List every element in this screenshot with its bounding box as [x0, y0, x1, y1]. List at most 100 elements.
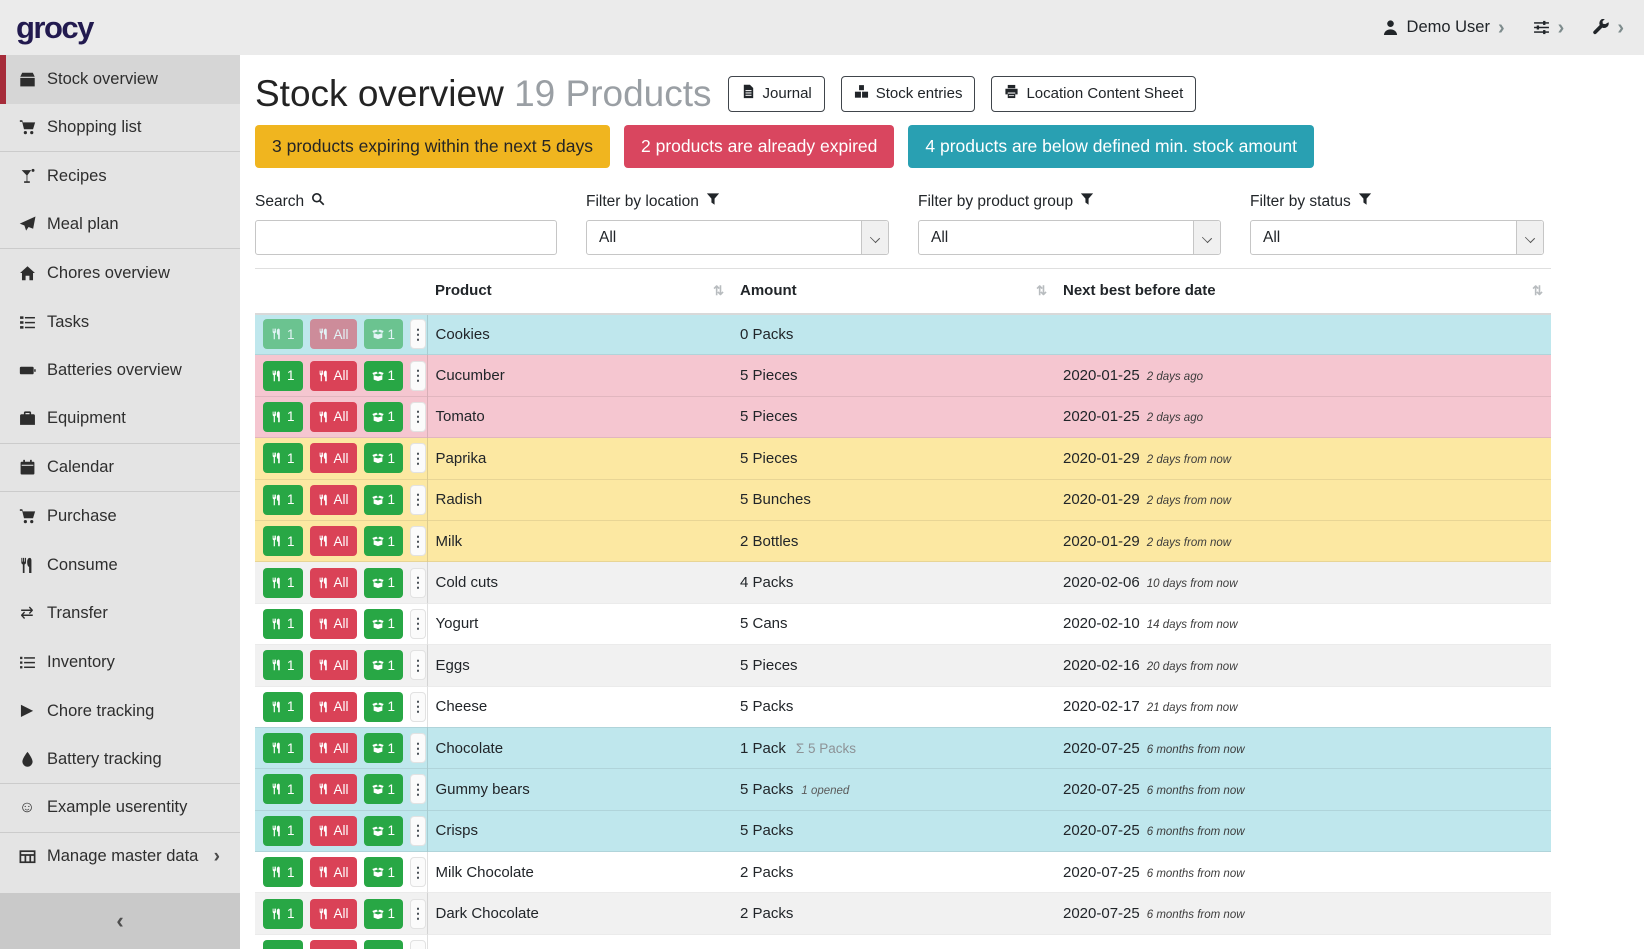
consume-one-button[interactable]: 1	[263, 402, 303, 432]
sidebar-item-shopping-list[interactable]: Shopping list	[0, 104, 240, 153]
consume-one-button[interactable]: 1	[263, 568, 303, 598]
next-best-before-date-column-header[interactable]: Next best before date ⇅	[1055, 269, 1551, 314]
journal-button[interactable]: Journal	[728, 76, 825, 112]
consume-one-button[interactable]: 1	[263, 816, 303, 846]
open-one-button[interactable]: 1	[364, 692, 404, 722]
open-one-button[interactable]: 1	[364, 526, 404, 556]
consume-all-button[interactable]: All	[310, 526, 357, 556]
open-one-button[interactable]: 1	[364, 940, 404, 949]
product-cell[interactable]: Tomato	[427, 396, 732, 437]
sort-icon[interactable]: ⇅	[1532, 283, 1543, 299]
consume-one-button[interactable]: 1	[263, 733, 303, 763]
consume-one-button[interactable]: 1	[263, 774, 303, 804]
consume-all-button[interactable]: All	[310, 650, 357, 680]
product-cell[interactable]: Eggs	[427, 645, 732, 686]
sidebar-item-equipment[interactable]: Equipment	[0, 395, 240, 444]
row-menu-button[interactable]: ⋮	[410, 443, 426, 473]
consume-all-button[interactable]: All	[310, 774, 357, 804]
product-cell[interactable]: Crisps	[427, 810, 732, 851]
sidebar-item-stock-overview[interactable]: Stock overview	[0, 55, 240, 104]
row-menu-button[interactable]: ⋮	[410, 940, 426, 949]
consume-one-button[interactable]: 1	[263, 361, 303, 391]
open-one-button[interactable]: 1	[364, 402, 404, 432]
open-one-button[interactable]: 1	[364, 361, 404, 391]
stock-entries-button[interactable]: Stock entries	[841, 76, 976, 112]
product-cell[interactable]	[427, 934, 732, 949]
product-cell[interactable]: Yogurt	[427, 603, 732, 644]
row-menu-button[interactable]: ⋮	[410, 402, 426, 432]
row-menu-button[interactable]: ⋮	[410, 899, 426, 929]
row-menu-button[interactable]: ⋮	[410, 568, 426, 598]
sidebar-item-consume[interactable]: Consume	[0, 541, 240, 590]
row-menu-button[interactable]: ⋮	[410, 485, 426, 515]
expired-banner[interactable]: 2 products are already expired	[624, 125, 894, 168]
consume-one-button[interactable]: 1	[263, 857, 303, 887]
app-logo[interactable]: grocy	[16, 10, 93, 46]
product-column-header[interactable]: Product ⇅	[427, 269, 732, 314]
product-group-filter-select[interactable]: All	[918, 220, 1221, 255]
row-menu-button[interactable]: ⋮	[410, 361, 426, 391]
user-menu[interactable]: Demo User ›	[1382, 18, 1505, 38]
sort-icon[interactable]: ⇅	[1036, 283, 1047, 299]
consume-all-button[interactable]: All	[310, 609, 357, 639]
sidebar-item-example-userentity[interactable]: ☺Example userentity	[0, 784, 240, 833]
consume-all-button[interactable]: All	[310, 485, 357, 515]
admin-menu[interactable]: ›	[1592, 18, 1624, 38]
row-menu-button[interactable]: ⋮	[410, 609, 426, 639]
consume-all-button[interactable]: All	[310, 692, 357, 722]
settings-menu[interactable]: ›	[1533, 18, 1565, 38]
sidebar-item-batteries-overview[interactable]: Batteries overview	[0, 347, 240, 396]
open-one-button[interactable]: 1	[364, 650, 404, 680]
row-menu-button[interactable]: ⋮	[410, 816, 426, 846]
consume-all-button[interactable]: All	[310, 857, 357, 887]
consume-all-button[interactable]: All	[310, 361, 357, 391]
consume-all-button[interactable]: All	[310, 899, 357, 929]
consume-all-button[interactable]: All	[310, 816, 357, 846]
consume-one-button[interactable]: 1	[263, 692, 303, 722]
location-content-sheet-button[interactable]: Location Content Sheet	[991, 76, 1196, 112]
consume-one-button[interactable]: 1	[263, 899, 303, 929]
consume-one-button[interactable]: 1	[263, 650, 303, 680]
row-menu-button[interactable]: ⋮	[410, 774, 426, 804]
open-one-button[interactable]: 1	[364, 857, 404, 887]
consume-one-button[interactable]: 1	[263, 319, 303, 349]
product-cell[interactable]: Chocolate	[427, 727, 732, 768]
row-menu-button[interactable]: ⋮	[410, 650, 426, 680]
row-menu-button[interactable]: ⋮	[410, 857, 426, 887]
row-menu-button[interactable]: ⋮	[410, 692, 426, 722]
open-one-button[interactable]: 1	[364, 319, 404, 349]
consume-all-button[interactable]: All	[310, 733, 357, 763]
product-cell[interactable]: Paprika	[427, 438, 732, 479]
row-menu-button[interactable]: ⋮	[410, 319, 426, 349]
product-cell[interactable]: Radish	[427, 479, 732, 520]
product-cell[interactable]: Dark Chocolate	[427, 893, 732, 934]
sidebar-item-chores-overview[interactable]: Chores overview	[0, 249, 240, 298]
product-cell[interactable]: Cheese	[427, 686, 732, 727]
open-one-button[interactable]: 1	[364, 816, 404, 846]
open-one-button[interactable]: 1	[364, 733, 404, 763]
open-one-button[interactable]: 1	[364, 443, 404, 473]
consume-one-button[interactable]: 1	[263, 526, 303, 556]
open-one-button[interactable]: 1	[364, 485, 404, 515]
consume-all-button[interactable]: All	[310, 402, 357, 432]
sidebar-item-meal-plan[interactable]: Meal plan	[0, 201, 240, 250]
status-filter-select[interactable]: All	[1250, 220, 1544, 255]
open-one-button[interactable]: 1	[364, 568, 404, 598]
sidebar-item-transfer[interactable]: ⇄Transfer	[0, 590, 240, 639]
consume-one-button[interactable]: 1	[263, 443, 303, 473]
sidebar-item-recipes[interactable]: Recipes	[0, 152, 240, 201]
search-input[interactable]	[255, 220, 557, 255]
open-one-button[interactable]: 1	[364, 774, 404, 804]
row-menu-button[interactable]: ⋮	[410, 733, 426, 763]
sidebar-item-battery-tracking[interactable]: Battery tracking	[0, 735, 240, 784]
sidebar-item-calendar[interactable]: Calendar	[0, 444, 240, 493]
product-cell[interactable]: Milk	[427, 520, 732, 561]
consume-all-button[interactable]: All	[310, 940, 357, 949]
consume-all-button[interactable]: All	[310, 568, 357, 598]
below-min-stock-banner[interactable]: 4 products are below defined min. stock …	[908, 125, 1314, 168]
sidebar-item-purchase[interactable]: Purchase	[0, 492, 240, 541]
open-one-button[interactable]: 1	[364, 899, 404, 929]
location-filter-select[interactable]: All	[586, 220, 889, 255]
consume-all-button[interactable]: All	[310, 319, 357, 349]
sidebar-item-inventory[interactable]: Inventory	[0, 638, 240, 687]
